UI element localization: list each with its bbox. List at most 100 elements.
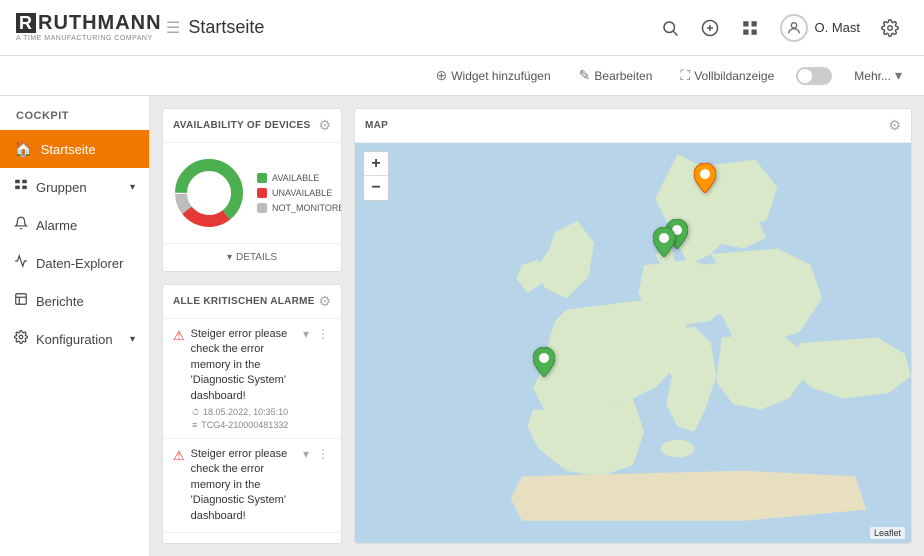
user-name: O. Mast <box>814 20 860 35</box>
alarm-more-button[interactable]: ⋮ <box>315 327 331 341</box>
widget-add-label: Widget hinzufügen <box>451 69 550 83</box>
alarm-timestamp: 18.05.2022, 10:35:10 <box>203 407 288 417</box>
map-pin-3[interactable] <box>694 163 716 199</box>
groups-icon <box>14 178 28 196</box>
user-icon <box>786 20 802 36</box>
availability-gear-icon[interactable]: ⚙ <box>318 117 331 134</box>
map-widget-header: MAP ⚙ <box>355 109 911 143</box>
availability-widget: AVAILABILITY OF DEVICES ⚙ <box>162 108 342 272</box>
map-container[interactable]: + − <box>355 143 911 543</box>
lock-toggle[interactable] <box>796 67 832 85</box>
more-label: Mehr... <box>854 69 891 83</box>
alarms-widget-title: ALLE KRITISCHEN ALARME <box>173 296 315 307</box>
bell-icon <box>14 216 28 234</box>
chevron-down-small-icon: ▾ <box>227 252 232 263</box>
fullscreen-button[interactable]: ⛶ Vollbildanzeige <box>674 63 780 88</box>
pin-icon-green-3 <box>533 347 555 377</box>
map-background <box>355 143 911 543</box>
alarm-controls: ▾ ⋮ <box>301 327 331 341</box>
sidebar-label-gruppen: Gruppen <box>36 180 87 195</box>
legend-unavailable: UNAVAILABLE <box>257 188 342 198</box>
sidebar-item-berichte[interactable]: Berichte <box>0 282 149 320</box>
sidebar-section-title: COCKPIT <box>0 96 149 130</box>
not-monitored-label: NOT_MONITORED <box>272 203 342 213</box>
unavailable-color-dot <box>257 188 267 198</box>
alarm-timestamp-row: ⏱ 18.05.2022, 10:35:10 <box>192 407 331 418</box>
donut-chart <box>173 157 245 229</box>
alarm-item: ⚠ Steiger error please check the error m… <box>163 319 341 439</box>
page-title-area: ☰ Startseite <box>166 17 652 38</box>
sidebar-label-startseite: Startseite <box>41 142 96 157</box>
chart-icon <box>14 254 28 272</box>
not-monitored-color-dot <box>257 203 267 213</box>
sidebar-item-alarme[interactable]: Alarme <box>0 206 149 244</box>
search-button[interactable] <box>652 10 688 46</box>
more-button[interactable]: Mehr... ▾ <box>848 63 908 88</box>
sidebar-item-startseite[interactable]: 🏠 Startseite <box>0 130 149 168</box>
alarm-expand-button[interactable]: ▾ <box>301 327 311 341</box>
legend-not-monitored: NOT_MONITORED <box>257 203 342 213</box>
alarm-controls-2: ▾ ⋮ <box>301 447 331 461</box>
settings-button[interactable] <box>872 10 908 46</box>
availability-chart-area: AVAILABLE UNAVAILABLE NOT_MONITORED <box>163 143 341 243</box>
map-widget: MAP ⚙ <box>354 108 912 544</box>
unavailable-label: UNAVAILABLE <box>272 188 332 198</box>
clock-icon: ⏱ <box>192 407 199 418</box>
fullscreen-icon: ⛶ <box>680 67 690 84</box>
config-icon <box>14 330 28 348</box>
pin-icon-green-2 <box>653 227 675 257</box>
zoom-out-button[interactable]: − <box>364 176 388 200</box>
edit-button[interactable]: ✎ Bearbeiten <box>573 63 659 88</box>
map-pin-2[interactable] <box>653 227 675 263</box>
content-area: AVAILABILITY OF DEVICES ⚙ <box>150 96 924 556</box>
details-link[interactable]: ▾ DETAILS <box>163 243 341 271</box>
topbar: RRUTHMANN A TIME MANUFACTURING COMPANY ☰… <box>0 0 924 56</box>
map-widget-title: MAP <box>365 120 388 131</box>
alarm-header-row: ⚠ Steiger error please check the error m… <box>173 327 331 404</box>
availability-widget-header: AVAILABILITY OF DEVICES ⚙ <box>163 109 341 143</box>
fullscreen-label: Vollbildanzeige <box>694 69 774 83</box>
settings-icon <box>881 19 899 37</box>
logo-name: RUTHMANN <box>38 12 162 34</box>
add-button[interactable] <box>692 10 728 46</box>
avatar <box>780 14 808 42</box>
alarms-widget-header: ALLE KRITISCHEN ALARME ⚙ <box>163 285 341 319</box>
availability-widget-title: AVAILABILITY OF DEVICES <box>173 120 310 131</box>
sidebar-label-daten: Daten-Explorer <box>36 256 123 271</box>
logo-r-box: R <box>16 13 36 33</box>
zoom-in-button[interactable]: + <box>364 152 388 176</box>
device-icon: ≡ <box>192 420 197 430</box>
map-pin-4[interactable] <box>533 347 555 383</box>
pin-icon-orange <box>694 163 716 193</box>
available-color-dot <box>257 173 267 183</box>
user-menu[interactable]: O. Mast <box>772 10 868 46</box>
map-gear-icon[interactable]: ⚙ <box>888 117 901 134</box>
widget-add-button[interactable]: ⊕ Widget hinzufügen <box>429 63 556 88</box>
sidebar-item-gruppen[interactable]: Gruppen ▾ <box>0 168 149 206</box>
available-label: AVAILABLE <box>272 173 319 183</box>
alarm-more-button-2[interactable]: ⋮ <box>315 447 331 461</box>
logo-area: RRUTHMANN A TIME MANUFACTURING COMPANY <box>16 13 166 42</box>
sidebar: COCKPIT 🏠 Startseite Gruppen ▾ Alarme Da… <box>0 96 150 556</box>
alarms-gear-icon[interactable]: ⚙ <box>318 293 331 310</box>
sidebar-label-alarme: Alarme <box>36 218 77 233</box>
topbar-actions: O. Mast <box>652 10 908 46</box>
legend-available: AVAILABLE <box>257 173 342 183</box>
alarm-text-2: Steiger error please check the error mem… <box>191 447 295 524</box>
grid-button[interactable] <box>732 10 768 46</box>
alarm-header-row-2: ⚠ Steiger error please check the error m… <box>173 447 331 524</box>
alarm-expand-button-2[interactable]: ▾ <box>301 447 311 461</box>
sidebar-item-konfiguration[interactable]: Konfiguration ▾ <box>0 320 149 358</box>
sidebar-item-daten-explorer[interactable]: Daten-Explorer <box>0 244 149 282</box>
alarm-warning-icon-2: ⚠ <box>173 448 185 464</box>
left-panel: AVAILABILITY OF DEVICES ⚙ <box>162 108 342 544</box>
report-icon <box>14 292 28 310</box>
chevron-right-icon: ▾ <box>130 182 135 193</box>
chevron-down-icon: ▾ <box>895 67 902 84</box>
alarm-item: ⚠ Steiger error please check the error m… <box>163 439 341 533</box>
chevron-down-icon: ▾ <box>130 334 135 345</box>
page-title: Startseite <box>188 17 264 38</box>
home-icon: 🏠 <box>14 140 33 158</box>
map-zoom-controls: + − <box>363 151 389 201</box>
add-icon <box>701 19 719 37</box>
